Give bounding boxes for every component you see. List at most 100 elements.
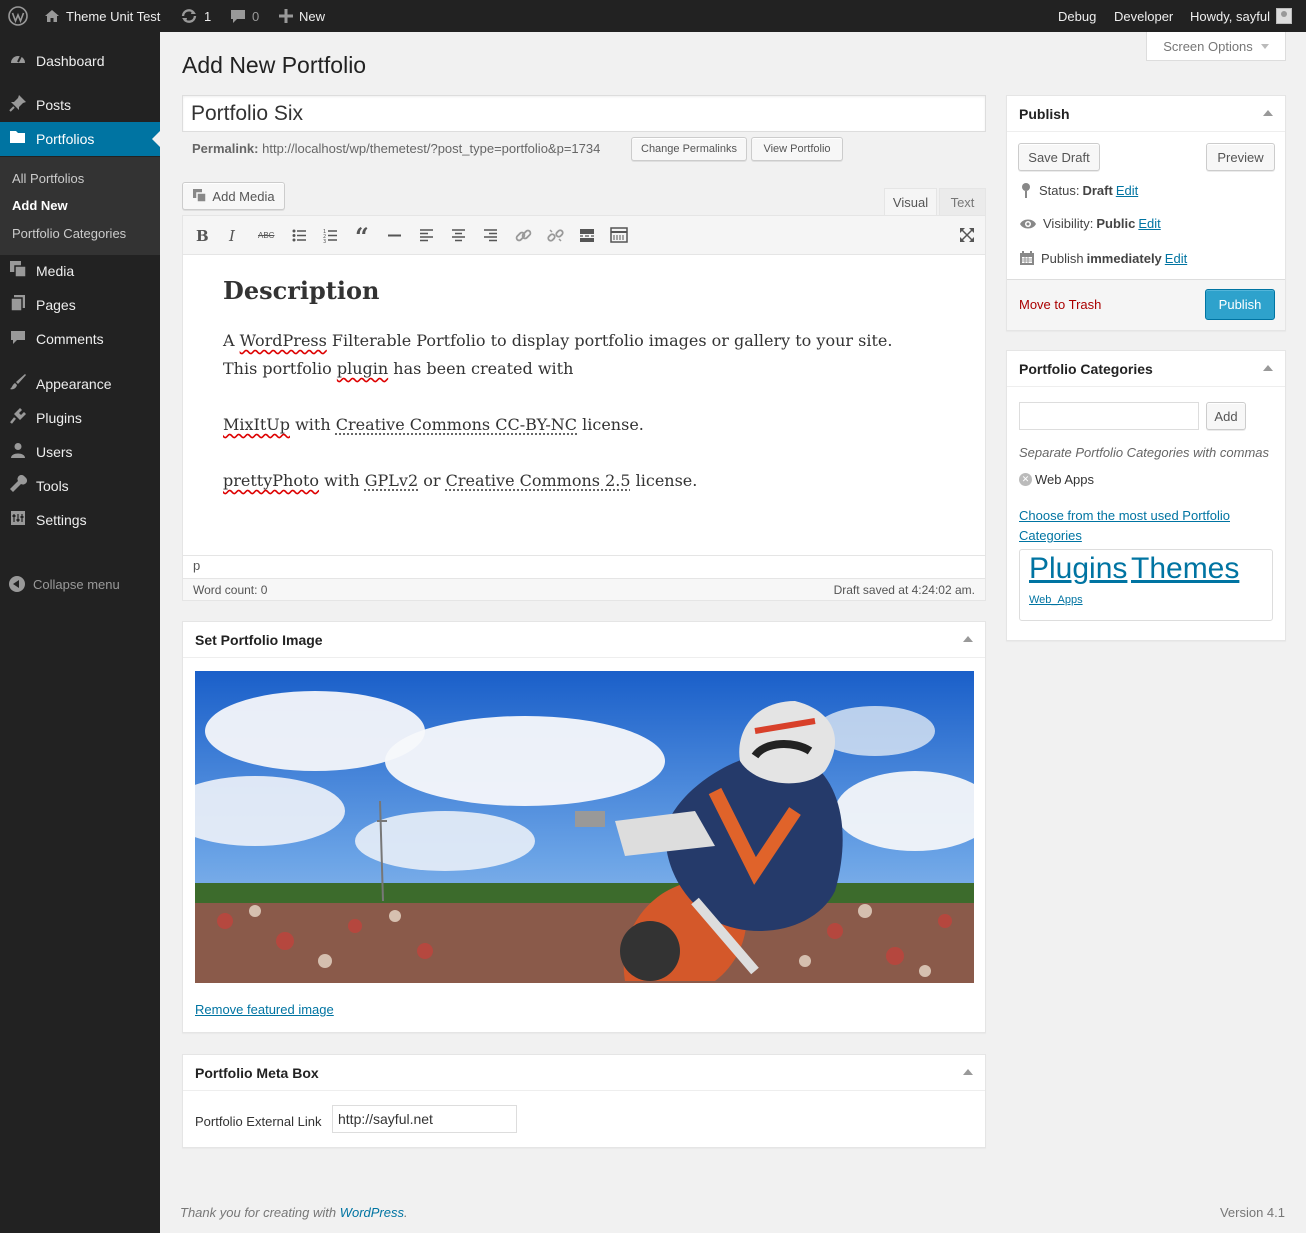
editor-content[interactable]: Description A WordPress Filterable Portf… <box>223 276 963 495</box>
move-to-trash-link[interactable]: Move to Trash <box>1019 297 1101 312</box>
wrench-icon <box>0 474 36 497</box>
publish-button[interactable]: Publish <box>1205 289 1275 320</box>
comment-bubble-icon <box>231 10 245 23</box>
menu-plugins[interactable]: Plugins <box>0 401 160 435</box>
add-media-button[interactable]: Add Media <box>182 182 285 210</box>
menu-label: Tools <box>36 478 69 494</box>
external-link-input[interactable] <box>332 1105 517 1133</box>
caret-down-icon <box>1260 43 1269 49</box>
wordpress-link[interactable]: WordPress <box>340 1205 404 1220</box>
menu-label: Dashboard <box>36 53 105 69</box>
menu-media[interactable]: Media <box>0 254 160 288</box>
numbered-list-icon[interactable]: 123 <box>323 228 338 243</box>
italic-icon[interactable]: I <box>229 227 235 245</box>
editor-container: B I ABC 123 “ Description A WordPress Fi… <box>182 215 986 601</box>
publish-box: Publish Save Draft Preview Status: Draft E… <box>1006 95 1286 331</box>
box-header[interactable]: Portfolio Meta Box <box>183 1055 985 1091</box>
change-permalinks-button[interactable]: Change Permalinks <box>631 137 747 161</box>
remove-featured-image-link[interactable]: Remove featured image <box>195 1002 334 1017</box>
choose-most-used-link[interactable]: Choose from the most used Portfolio Cate… <box>1019 506 1274 546</box>
site-name-link[interactable]: Theme Unit Test <box>44 0 160 32</box>
box-header[interactable]: Publish <box>1007 96 1285 132</box>
portfolio-categories-box: Portfolio Categories Add Separate Portfo… <box>1006 350 1286 641</box>
screen-options-label: Screen Options <box>1163 38 1253 54</box>
featured-image[interactable] <box>195 671 974 983</box>
horizontal-rule-icon[interactable] <box>387 228 402 243</box>
misspelled-word: plugin <box>336 359 389 378</box>
user-icon <box>0 442 36 462</box>
developer-link[interactable]: Developer <box>1114 0 1173 32</box>
comments-link[interactable]: 0 <box>230 0 259 32</box>
comments-icon <box>0 329 36 349</box>
screen-options-tab[interactable]: Screen Options <box>1146 32 1286 61</box>
submenu-all-portfolios[interactable]: All Portfolios <box>12 171 84 186</box>
strikethrough-icon[interactable]: ABC <box>258 231 274 240</box>
tag-cloud-plugins[interactable]: Plugins <box>1029 552 1127 586</box>
bold-icon[interactable]: B <box>196 227 209 245</box>
wordpress-logo-icon[interactable] <box>8 0 28 32</box>
element-path[interactable]: p <box>193 558 200 573</box>
submenu-add-new[interactable]: Add New <box>12 198 68 213</box>
box-title: Set Portfolio Image <box>195 631 323 648</box>
align-center-icon[interactable] <box>451 228 466 243</box>
edit-status-link[interactable]: Edit <box>1116 183 1138 198</box>
menu-label: Pages <box>36 297 76 313</box>
add-media-icon <box>193 189 208 203</box>
title-input[interactable] <box>182 95 986 132</box>
toolbar-toggle-icon[interactable] <box>610 227 628 243</box>
editor-status-bar: Word count: 0 Draft saved at 4:24:02 am. <box>183 578 985 600</box>
save-draft-button[interactable]: Save Draft <box>1018 143 1100 171</box>
page-title: Add New Portfolio <box>182 52 367 78</box>
debug-link[interactable]: Debug <box>1058 0 1096 32</box>
tab-text[interactable]: Text <box>939 188 986 215</box>
collapse-menu-button[interactable]: Collapse menu <box>9 576 120 592</box>
read-more-icon[interactable] <box>579 228 595 243</box>
permalink-label: Permalink: <box>192 141 259 156</box>
menu-comments[interactable]: Comments <box>0 322 160 356</box>
permalink-url[interactable]: http://localhost/wp/themetest/?post_type… <box>262 141 600 156</box>
fullscreen-icon[interactable] <box>959 227 975 243</box>
new-category-input[interactable] <box>1019 402 1199 430</box>
menu-settings[interactable]: Settings <box>0 503 160 537</box>
box-header[interactable]: Portfolio Categories <box>1007 351 1285 387</box>
menu-posts[interactable]: Posts <box>0 88 160 122</box>
view-portfolio-button[interactable]: View Portfolio <box>751 137 843 161</box>
collapse-toggle-icon[interactable] <box>1263 365 1273 371</box>
box-header[interactable]: Set Portfolio Image <box>183 622 985 658</box>
link-icon[interactable] <box>515 227 532 244</box>
new-content-link[interactable]: New <box>279 0 325 32</box>
submenu-portfolio-categories[interactable]: Portfolio Categories <box>12 226 126 241</box>
edit-visibility-link[interactable]: Edit <box>1138 216 1160 231</box>
menu-label: Media <box>36 263 75 279</box>
tab-visual[interactable]: Visual <box>884 188 937 215</box>
box-title: Portfolio Meta Box <box>195 1064 319 1081</box>
align-left-icon[interactable] <box>419 228 434 243</box>
collapse-toggle-icon[interactable] <box>963 636 973 642</box>
unlink-icon[interactable] <box>547 227 564 244</box>
portfolio-meta-box: Portfolio Meta Box Portfolio External Li… <box>182 1054 986 1148</box>
menu-appearance[interactable]: Appearance <box>0 367 160 401</box>
dashboard-icon <box>0 50 36 72</box>
add-category-button[interactable]: Add <box>1206 402 1246 430</box>
remove-tag-icon[interactable]: ✕ <box>1019 473 1032 486</box>
paintbrush-icon <box>0 373 36 395</box>
visibility-value: Public <box>1096 216 1136 231</box>
tag-cloud-themes[interactable]: Themes <box>1131 552 1239 586</box>
menu-pages[interactable]: Pages <box>0 288 160 322</box>
menu-portfolios[interactable]: Portfolios <box>0 122 160 156</box>
preview-button[interactable]: Preview <box>1206 143 1275 171</box>
menu-tools[interactable]: Tools <box>0 469 160 503</box>
folder-icon <box>0 129 36 149</box>
align-right-icon[interactable] <box>483 228 498 243</box>
bullet-list-icon[interactable] <box>292 228 307 243</box>
category-hint: Separate Portfolio Categories with comma… <box>1019 445 1270 460</box>
menu-users[interactable]: Users <box>0 435 160 469</box>
collapse-toggle-icon[interactable] <box>1263 110 1273 116</box>
collapse-toggle-icon[interactable] <box>963 1069 973 1075</box>
blockquote-icon[interactable]: “ <box>355 222 369 251</box>
menu-dashboard[interactable]: Dashboard <box>0 44 160 78</box>
updates-link[interactable]: 1 <box>180 0 211 32</box>
account-menu[interactable]: Howdy, sayful <box>1190 0 1292 32</box>
edit-publish-time-link[interactable]: Edit <box>1165 251 1187 266</box>
tag-cloud-web-apps[interactable]: Web_Apps <box>1029 594 1083 606</box>
